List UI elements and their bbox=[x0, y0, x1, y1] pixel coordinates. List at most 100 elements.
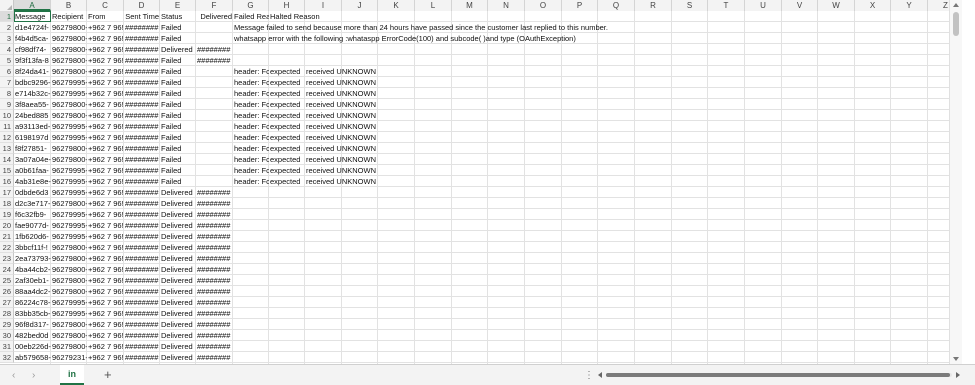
cell-b23[interactable]: 96279800‑ bbox=[51, 253, 87, 264]
select-all-corner[interactable] bbox=[0, 0, 14, 11]
cell-f30[interactable]: ######## bbox=[196, 330, 233, 341]
cell-d19[interactable]: ######## bbox=[124, 209, 160, 220]
cell-a22[interactable]: 3bbcf11f-! bbox=[14, 242, 51, 253]
cell-a29[interactable]: 96f8d317- bbox=[14, 319, 51, 330]
cell-b5[interactable]: 96279800‑ bbox=[51, 55, 87, 66]
cell-c8[interactable]: +962 7 96! bbox=[87, 88, 124, 99]
row-header[interactable]: 19 bbox=[0, 209, 14, 220]
column-header-w[interactable]: W bbox=[818, 0, 855, 11]
cell-d17[interactable]: ######## bbox=[124, 187, 160, 198]
column-header-x[interactable]: X bbox=[855, 0, 891, 11]
previous-sheet-icon[interactable]: ‹ bbox=[12, 370, 15, 381]
cell-f21[interactable]: ######## bbox=[196, 231, 233, 242]
cell-g3[interactable]: whatsapp error with the following :whata… bbox=[233, 33, 576, 44]
cell-d32[interactable]: ######## bbox=[124, 352, 160, 363]
column-header-c[interactable]: C bbox=[87, 0, 124, 11]
cell-h1[interactable]: Halted Reason bbox=[269, 11, 320, 22]
cell-b24[interactable]: 96279800‑ bbox=[51, 264, 87, 275]
column-header-m[interactable]: M bbox=[452, 0, 488, 11]
cell-a6[interactable]: 8f24da41- bbox=[14, 66, 51, 77]
cell-d2[interactable]: ######## bbox=[124, 22, 160, 33]
cell-a15[interactable]: a0b61faa- bbox=[14, 165, 51, 176]
cell-a16[interactable]: 4ab31e8e- bbox=[14, 176, 51, 187]
cell-e3[interactable]: Failed bbox=[160, 33, 196, 44]
cell-e23[interactable]: Delivered bbox=[160, 253, 196, 264]
cell-g9[interactable]: header: Fc bbox=[233, 99, 269, 110]
cell-b22[interactable]: 96279800‑ bbox=[51, 242, 87, 253]
cell-b12[interactable]: 96279995‑ bbox=[51, 132, 87, 143]
cell-a26[interactable]: 88aa4dc2- bbox=[14, 286, 51, 297]
cell-e2[interactable]: Failed bbox=[160, 22, 196, 33]
column-header-t[interactable]: T bbox=[708, 0, 745, 11]
cell-d29[interactable]: ######## bbox=[124, 319, 160, 330]
column-header-v[interactable]: V bbox=[782, 0, 818, 11]
column-header-e[interactable]: E bbox=[160, 0, 196, 11]
cell-f19[interactable]: ######## bbox=[196, 209, 233, 220]
cell-d30[interactable]: ######## bbox=[124, 330, 160, 341]
row-header[interactable]: 6 bbox=[0, 66, 14, 77]
cell-e15[interactable]: Failed bbox=[160, 165, 196, 176]
cell-f27[interactable]: ######## bbox=[196, 297, 233, 308]
cell-b6[interactable]: 96279800‑ bbox=[51, 66, 87, 77]
scroll-up-arrow-icon[interactable] bbox=[953, 3, 959, 7]
horizontal-scrollbar[interactable] bbox=[598, 371, 960, 380]
cell-h16[interactable]: expected bbox=[269, 176, 305, 187]
row-header[interactable]: 13 bbox=[0, 143, 14, 154]
cell-d25[interactable]: ######## bbox=[124, 275, 160, 286]
row-header[interactable]: 23 bbox=[0, 253, 14, 264]
vertical-scrollbar[interactable] bbox=[949, 0, 962, 364]
cell-c17[interactable]: +962 7 96! bbox=[87, 187, 124, 198]
cell-i9[interactable]: received UNKNOWN bbox=[305, 99, 376, 110]
row-header[interactable]: 1 bbox=[0, 11, 14, 22]
cell-a17[interactable]: 0dbde6d3 bbox=[14, 187, 51, 198]
cell-d8[interactable]: ######## bbox=[124, 88, 160, 99]
cell-a10[interactable]: 24bed885 bbox=[14, 110, 51, 121]
cell-f23[interactable]: ######## bbox=[196, 253, 233, 264]
cell-a27[interactable]: 86224c78- bbox=[14, 297, 51, 308]
cell-g8[interactable]: header: Fc bbox=[233, 88, 269, 99]
cell-d16[interactable]: ######## bbox=[124, 176, 160, 187]
cell-h12[interactable]: expected bbox=[269, 132, 305, 143]
cell-e27[interactable]: Delivered bbox=[160, 297, 196, 308]
cell-g12[interactable]: header: Fc bbox=[233, 132, 269, 143]
cell-d11[interactable]: ######## bbox=[124, 121, 160, 132]
cell-a13[interactable]: f8f27851- bbox=[14, 143, 51, 154]
column-header-b[interactable]: B bbox=[51, 0, 87, 11]
column-header-u[interactable]: U bbox=[745, 0, 782, 11]
cell-e17[interactable]: Delivered bbox=[160, 187, 196, 198]
cell-a5[interactable]: 9f3f13fa-8 bbox=[14, 55, 51, 66]
cell-e14[interactable]: Failed bbox=[160, 154, 196, 165]
cell-h13[interactable]: expected bbox=[269, 143, 305, 154]
tab-split-handle-icon[interactable]: ⋮ bbox=[584, 370, 594, 381]
cell-f26[interactable]: ######## bbox=[196, 286, 233, 297]
cell-f4[interactable]: ######## bbox=[196, 44, 233, 55]
cell-d24[interactable]: ######## bbox=[124, 264, 160, 275]
cell-a25[interactable]: 2af30eb1- bbox=[14, 275, 51, 286]
cell-b10[interactable]: 96279800‑ bbox=[51, 110, 87, 121]
horizontal-scroll-thumb[interactable] bbox=[606, 373, 950, 377]
row-header[interactable]: 8 bbox=[0, 88, 14, 99]
column-header-q[interactable]: Q bbox=[598, 0, 635, 11]
cell-g10[interactable]: header: Fc bbox=[233, 110, 269, 121]
row-header[interactable]: 9 bbox=[0, 99, 14, 110]
cell-e30[interactable]: Delivered bbox=[160, 330, 196, 341]
column-header-l[interactable]: L bbox=[415, 0, 452, 11]
cell-g11[interactable]: header: Fc bbox=[233, 121, 269, 132]
row-header[interactable]: 15 bbox=[0, 165, 14, 176]
row-header[interactable]: 22 bbox=[0, 242, 14, 253]
cell-f17[interactable]: ######## bbox=[196, 187, 233, 198]
cell-i11[interactable]: received UNKNOWN bbox=[305, 121, 376, 132]
cell-a11[interactable]: a93113ed- bbox=[14, 121, 51, 132]
cell-e6[interactable]: Failed bbox=[160, 66, 196, 77]
cell-b26[interactable]: 96279800‑ bbox=[51, 286, 87, 297]
cell-h7[interactable]: expected bbox=[269, 77, 305, 88]
column-header-n[interactable]: N bbox=[488, 0, 525, 11]
cell-b15[interactable]: 96279995‑ bbox=[51, 165, 87, 176]
cell-e25[interactable]: Delivered bbox=[160, 275, 196, 286]
column-header-i[interactable]: I bbox=[305, 0, 342, 11]
cell-c27[interactable]: +962 7 96! bbox=[87, 297, 124, 308]
cell-c7[interactable]: +962 7 96! bbox=[87, 77, 124, 88]
cell-c10[interactable]: +962 7 96! bbox=[87, 110, 124, 121]
cell-g2[interactable]: Message failed to send because more than… bbox=[233, 22, 608, 33]
cell-d9[interactable]: ######## bbox=[124, 99, 160, 110]
